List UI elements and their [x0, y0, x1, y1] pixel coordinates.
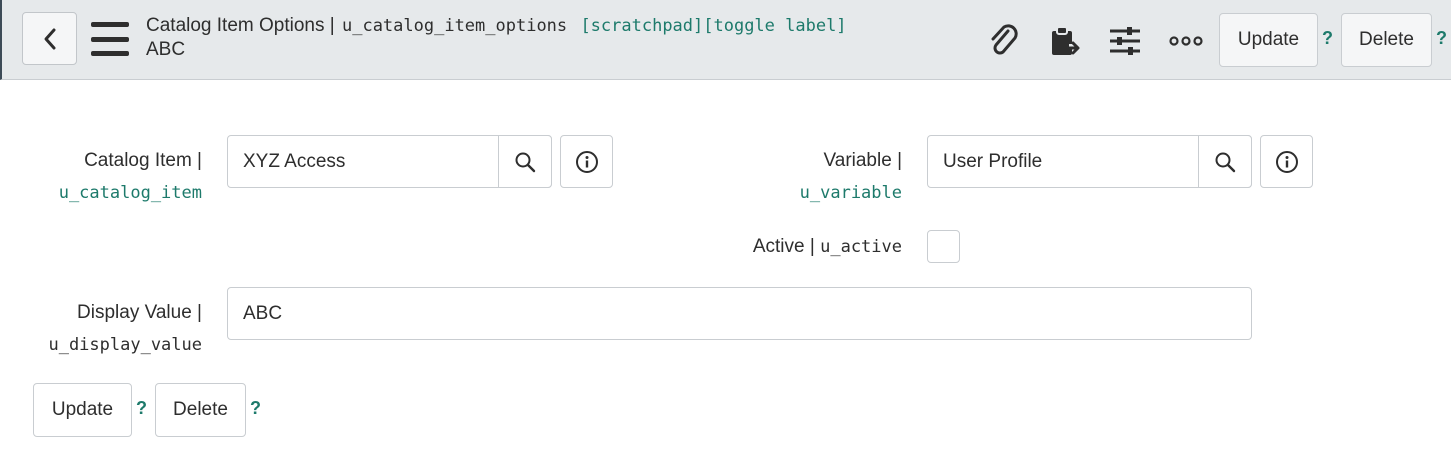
variable-lookup-button[interactable] — [1198, 135, 1252, 188]
search-icon — [1215, 152, 1236, 172]
sliders-icon — [1110, 27, 1140, 55]
info-icon — [575, 150, 598, 173]
active-label-text: Active | — [752, 236, 815, 257]
display-value-field-name: u_display_value — [48, 335, 202, 355]
catalog-item-label: Catalog Item | — [84, 150, 202, 171]
back-icon — [44, 28, 55, 49]
paperclip-icon — [991, 24, 1018, 55]
variable-input[interactable]: User Profile — [927, 135, 1252, 188]
footer-delete-help[interactable]: ? — [250, 398, 261, 419]
display-value-value: ABC — [243, 302, 283, 324]
header-update-button[interactable]: Update — [1219, 13, 1318, 67]
display-value-input[interactable]: ABC — [227, 287, 1252, 340]
variable-label: Variable | — [823, 150, 902, 171]
catalog-item-lookup-button[interactable] — [498, 135, 552, 188]
catalog-item-info-button[interactable] — [560, 135, 613, 188]
header-delete-button[interactable]: Delete — [1341, 13, 1432, 67]
header-update-help[interactable]: ? — [1322, 28, 1333, 49]
back-button[interactable] — [22, 12, 77, 65]
personalize-form-button[interactable] — [1105, 22, 1145, 60]
templates-button[interactable] — [1045, 22, 1085, 60]
record-display-value: ABC — [146, 39, 186, 60]
more-icon — [1169, 36, 1203, 46]
form-title: Catalog Item Options | — [146, 15, 335, 36]
footer-delete-button[interactable]: Delete — [155, 383, 246, 437]
table-name: u_catalog_item_options — [341, 16, 568, 36]
attachment-button[interactable] — [984, 22, 1024, 60]
more-options-button[interactable] — [1166, 22, 1206, 60]
search-icon — [515, 152, 536, 172]
scratchpad-toggle-label[interactable]: [scratchpad][toggle label] — [580, 16, 846, 36]
active-label: Active | u_active — [753, 236, 902, 258]
page-title: Catalog Item Options | u_catalog_item_op… — [146, 15, 847, 37]
footer-update-help[interactable]: ? — [136, 398, 147, 419]
header-delete-help[interactable]: ? — [1436, 28, 1447, 49]
form-header: Catalog Item Options | u_catalog_item_op… — [0, 0, 1451, 80]
info-icon — [1275, 150, 1298, 173]
footer-update-button[interactable]: Update — [33, 383, 132, 437]
catalog-item-input[interactable]: XYZ Access — [227, 135, 552, 188]
display-value-label: Display Value | — [77, 302, 202, 323]
variable-info-button[interactable] — [1260, 135, 1313, 188]
active-checkbox[interactable] — [927, 230, 960, 263]
clipboard-export-icon — [1052, 26, 1080, 55]
variable-field-name: u_variable — [799, 183, 902, 203]
menu-icon[interactable] — [91, 22, 129, 56]
active-field-name: u_active — [820, 237, 902, 257]
catalog-item-field-name: u_catalog_item — [58, 183, 202, 203]
